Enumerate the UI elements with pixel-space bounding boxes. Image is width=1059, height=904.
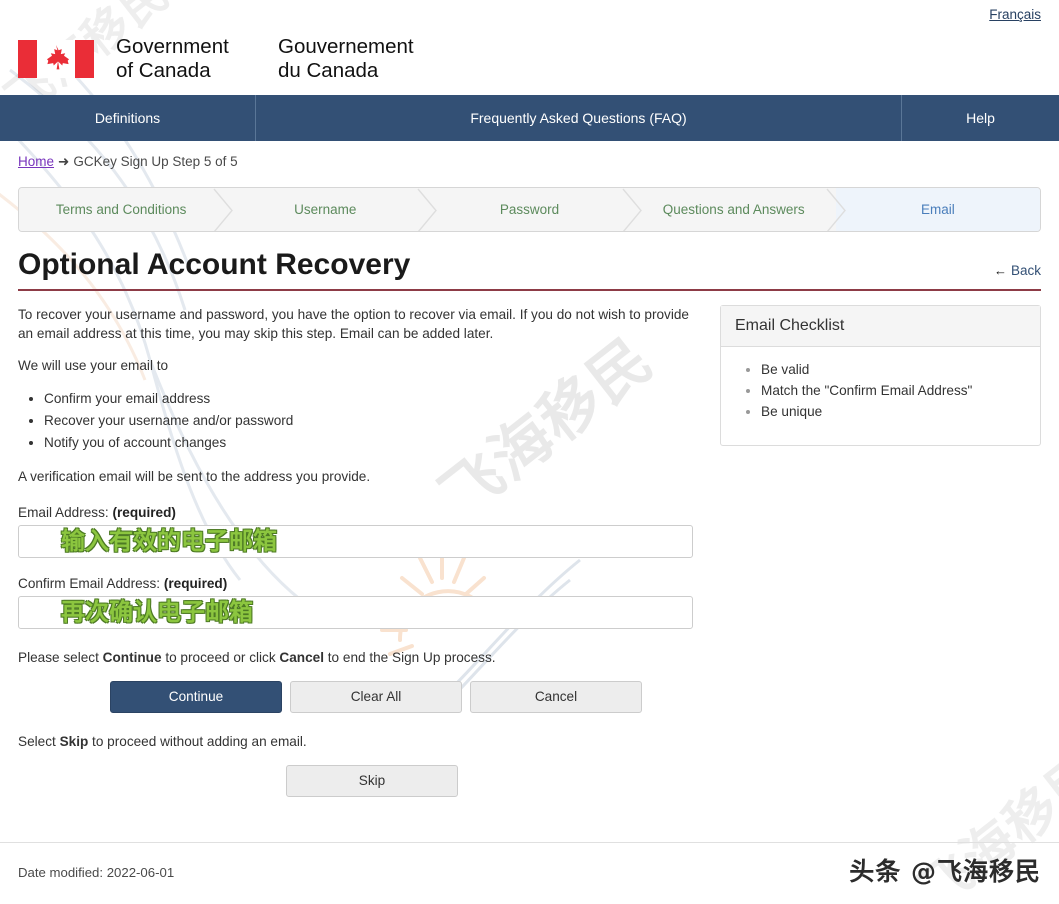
skip-instr-bold: Skip	[59, 733, 89, 749]
confirm-email-required-marker: (required)	[163, 575, 228, 591]
email-input[interactable]: 输入有效的电子邮箱	[18, 524, 693, 558]
email-address-label: Email Address: (required)	[18, 505, 698, 520]
continue-instruction: Please select Continue to proceed or cli…	[18, 650, 698, 665]
step-questions-and-answers[interactable]: Questions and Answers	[631, 188, 846, 231]
government-of-canada-fr: Gouvernement du Canada	[278, 35, 414, 83]
instr-mid: to proceed or click	[161, 649, 280, 665]
signup-step-indicator: Terms and Conditions Username Password Q…	[18, 187, 1041, 232]
step-username[interactable]: Username	[223, 188, 438, 231]
gov-fr-line2: du Canada	[278, 59, 379, 82]
language-bar: Français	[0, 0, 1059, 30]
confirm-email-input[interactable]: 再次确认电子邮箱	[18, 595, 693, 629]
form-column: To recover your username and password, y…	[18, 305, 698, 797]
breadcrumb-home-link[interactable]: Home	[18, 154, 54, 169]
page-root: 飞海移民 飞海移民 飞海移民 Français Government of Ca…	[0, 0, 1059, 904]
government-of-canada-en: Government of Canada	[116, 35, 252, 83]
confirm-email-address-label: Confirm Email Address: (required)	[18, 576, 698, 591]
nav-item-definitions[interactable]: Definitions	[0, 95, 256, 141]
checklist-column: Email Checklist Be valid Match the "Conf…	[720, 304, 1041, 797]
list-item: Confirm your email address	[44, 388, 698, 410]
gov-en-line2: of Canada	[116, 59, 211, 82]
action-button-row: Continue Clear All Cancel	[110, 680, 698, 713]
main-content: To recover your username and password, y…	[18, 304, 1041, 797]
skip-instr-post: to proceed without adding an email.	[88, 733, 307, 749]
arrow-left-icon: ←	[993, 262, 1007, 278]
email-checklist-list: Be valid Match the "Confirm Email Addres…	[735, 359, 1026, 423]
list-item: Be valid	[761, 359, 1026, 380]
instr-continue: Continue	[102, 649, 162, 665]
brand-header: Government of Canada Gouvernement du Can…	[0, 30, 1059, 88]
list-item: Notify you of account changes	[44, 432, 698, 454]
breadcrumb-arrow-icon: ➜	[58, 154, 70, 169]
email-checklist-body: Be valid Match the "Confirm Email Addres…	[721, 347, 1040, 445]
step-terms-and-conditions[interactable]: Terms and Conditions	[19, 188, 234, 231]
skip-instr-pre: Select	[18, 733, 60, 749]
nav-item-faq[interactable]: Frequently Asked Questions (FAQ)	[256, 95, 902, 141]
step-label: Email	[921, 202, 955, 217]
intro-paragraph: To recover your username and password, y…	[18, 306, 689, 341]
main-navigation: Definitions Frequently Asked Questions (…	[0, 95, 1059, 141]
step-label: Username	[294, 202, 357, 217]
email-address-label-text: Email Address:	[18, 504, 109, 520]
list-item: Recover your username and/or password	[44, 410, 698, 432]
back-link-label: Back	[1010, 262, 1041, 278]
list-item: Be unique	[761, 401, 1026, 422]
clear-all-button[interactable]: Clear All	[290, 680, 462, 713]
email-checklist-title: Email Checklist	[721, 305, 1040, 347]
gov-fr-line1: Gouvernement	[278, 34, 414, 58]
list-item: Match the "Confirm Email Address"	[761, 380, 1026, 401]
breadcrumb: Home ➜ GCKey Sign Up Step 5 of 5	[0, 141, 1059, 170]
step-label: Questions and Answers	[662, 202, 805, 217]
page-title-row: Optional Account Recovery ← Back	[18, 249, 1041, 291]
gov-en-line1: Government	[116, 34, 229, 58]
step-label: Password	[499, 202, 560, 217]
step-password[interactable]: Password	[427, 188, 642, 231]
cancel-button[interactable]: Cancel	[470, 680, 642, 713]
email-checklist-card: Email Checklist Be valid Match the "Conf…	[720, 304, 1041, 446]
step-label: Terms and Conditions	[55, 202, 187, 217]
step-email[interactable]: Email	[835, 188, 1040, 231]
skip-instruction: Select Skip to proceed without adding an…	[18, 734, 698, 749]
canada-flag-icon	[18, 40, 94, 78]
nav-item-help[interactable]: Help	[902, 95, 1059, 141]
email-use-heading: We will use your email to	[18, 358, 169, 374]
email-use-list: Confirm your email address Recover your …	[18, 388, 698, 454]
instr-cancel: Cancel	[279, 649, 324, 665]
verification-note: A verification email will be sent to the…	[18, 469, 371, 485]
page-footer: Date modified: 2022-06-01	[0, 842, 1059, 904]
page-title: Optional Account Recovery	[18, 248, 411, 281]
confirm-email-label-text: Confirm Email Address:	[18, 575, 161, 591]
email-address-required-marker: (required)	[112, 504, 176, 520]
date-modified: Date modified: 2022-06-01	[18, 865, 175, 880]
skip-button[interactable]: Skip	[286, 764, 458, 797]
continue-button[interactable]: Continue	[110, 680, 282, 713]
breadcrumb-current: GCKey Sign Up Step 5 of 5	[73, 154, 238, 169]
instr-pre: Please select	[18, 649, 103, 665]
back-link[interactable]: ← Back	[994, 263, 1041, 281]
skip-button-row: Skip	[286, 764, 698, 797]
language-toggle-link[interactable]: Français	[989, 7, 1041, 22]
instr-post: to end the Sign Up process.	[324, 649, 496, 665]
